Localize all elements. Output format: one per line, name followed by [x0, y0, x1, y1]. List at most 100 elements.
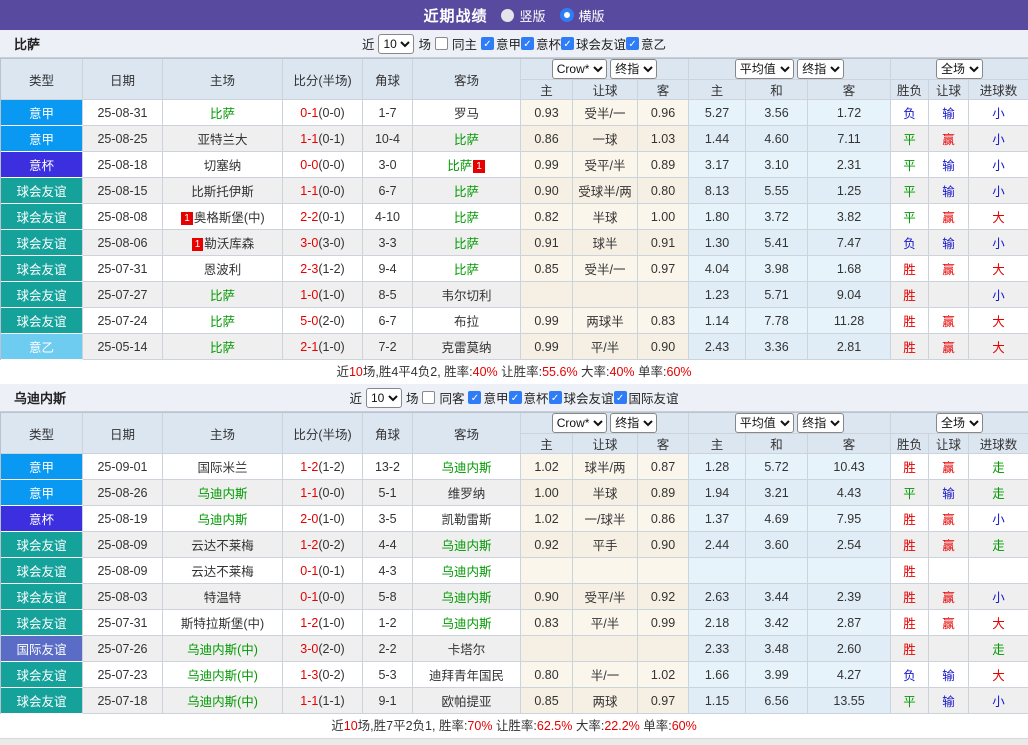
avg-draw: 3.98: [746, 256, 809, 282]
score: 1-1(0-1): [283, 126, 363, 152]
checkbox-checked-icon[interactable]: ✓: [468, 391, 482, 404]
league-filter-国际友谊[interactable]: ✓ 国际友谊: [613, 388, 679, 407]
table-row: 意甲 25-09-01 国际米兰 1-2(1-2) 13-2 乌迪内斯 1.02 球半/两 0.…: [1, 454, 1028, 480]
league-filter-球会友谊[interactable]: ✓ 球会友谊: [561, 34, 626, 53]
result-wdl: 平: [891, 204, 930, 230]
away-team: 比萨: [413, 178, 521, 204]
team-name-text: 奥格斯堡(中): [193, 211, 265, 225]
league-badge: 国际友谊: [1, 636, 83, 662]
scope-select[interactable]: 全场: [936, 59, 984, 79]
odds-away: [638, 558, 690, 584]
score-halftime: (0-0): [318, 589, 345, 604]
odds-home: 0.99: [521, 308, 573, 334]
final-index-select-3[interactable]: 终指: [610, 413, 658, 433]
avg-draw: 3.48: [746, 636, 809, 662]
table-row: 球会友谊 25-08-03 特温特 0-1(0-0) 5-8 乌迪内斯 0.90 受平/半 0.…: [1, 584, 1028, 610]
league-filter-意杯[interactable]: ✓ 意杯: [508, 388, 549, 407]
team-name-text: 卡塔尔: [447, 643, 486, 657]
summary-label: 大率:: [572, 719, 605, 733]
near-count-select[interactable]: 10: [378, 33, 415, 54]
final-index-select-2[interactable]: 终指: [797, 59, 845, 79]
checkbox-checked-icon[interactable]: ✓: [508, 391, 522, 404]
checkbox-checked-icon[interactable]: ✓: [548, 391, 562, 404]
result-handicap: 输: [929, 230, 970, 256]
league-filter-意乙[interactable]: ✓ 意乙: [626, 34, 666, 53]
col-header-corner: 角球: [363, 59, 413, 100]
match-date: 25-07-27: [83, 282, 163, 308]
odds-home: 0.93: [521, 100, 573, 126]
score-fulltime: 2-0: [300, 511, 319, 526]
layout-radio-vertical[interactable]: 竖版: [501, 6, 546, 25]
avg-draw: 3.42: [746, 610, 809, 636]
radio-unselected-icon[interactable]: [501, 8, 515, 22]
odds-handicap: 受半/一: [573, 100, 638, 126]
score-fulltime: 3-0: [300, 235, 319, 250]
league-filter-label: 球会友谊: [563, 392, 614, 406]
average-select[interactable]: 平均值: [734, 59, 794, 79]
radio-selected-icon[interactable]: [559, 8, 574, 22]
away-team: 克雷莫纳: [413, 334, 521, 360]
checkbox-checked-icon[interactable]: ✓: [613, 391, 627, 404]
company-select-2[interactable]: Crow*: [551, 413, 607, 433]
away-team: 乌迪内斯: [413, 454, 521, 480]
result-wdl: 胜: [891, 558, 930, 584]
result-goals: 大: [969, 204, 1028, 230]
team-filter-bar-udinese: 乌迪内斯 近 10 场 同客 ✓ 意甲 ✓ 意杯 ✓ 球会友谊 ✓ 国际友谊: [0, 384, 1028, 412]
league-filter-label: 意甲: [495, 38, 521, 52]
result-wdl: 平: [891, 688, 930, 714]
col-header-date-2: 日期: [83, 413, 163, 454]
layout-radio-horizontal[interactable]: 横版: [559, 6, 605, 25]
odds-handicap: 平手: [573, 532, 638, 558]
avg-away: 7.11: [808, 126, 892, 152]
corner-score: 8-5: [363, 282, 413, 308]
league-filter-意甲[interactable]: ✓ 意甲: [480, 34, 521, 53]
avg-home: 8.13: [689, 178, 747, 204]
league-filter-意杯[interactable]: ✓ 意杯: [521, 34, 561, 53]
result-wdl: 平: [891, 178, 930, 204]
league-filter-球会友谊[interactable]: ✓ 球会友谊: [548, 388, 614, 407]
team-name-text: 比萨: [453, 185, 479, 199]
league-filter-意甲[interactable]: ✓ 意甲: [468, 388, 509, 407]
corner-score: 5-1: [363, 480, 413, 506]
checkbox-checked-icon[interactable]: ✓: [561, 37, 575, 50]
home-team: 恩波利: [163, 256, 283, 282]
avg-home: 4.04: [689, 256, 747, 282]
match-date: 25-08-09: [83, 558, 163, 584]
home-team: 云达不莱梅: [163, 532, 283, 558]
table-row: 意甲 25-08-26 乌迪内斯 1-1(0-0) 5-1 维罗纳 1.00 半球 0.89 1.…: [1, 480, 1028, 506]
final-index-select-4[interactable]: 终指: [797, 413, 845, 433]
scope-select-2[interactable]: 全场: [936, 413, 984, 433]
result-goals: 小: [969, 178, 1028, 204]
score: 2-3(1-2): [283, 256, 363, 282]
checkbox-checked-icon[interactable]: ✓: [626, 37, 640, 50]
avg-home: 2.33: [689, 636, 747, 662]
final-index-select[interactable]: 终指: [610, 59, 658, 79]
matches-table-pisa: 类型 日期 主场 比分(半场) 角球 客场 Crow* 终指 平均值 终指 全场…: [0, 58, 1028, 360]
score-fulltime: 2-2: [300, 209, 319, 224]
match-date: 25-07-31: [83, 256, 163, 282]
company-select[interactable]: Crow*: [551, 59, 607, 79]
league-badge: 意杯: [1, 152, 83, 178]
match-date: 25-08-09: [83, 532, 163, 558]
average-select-2[interactable]: 平均值: [734, 413, 794, 433]
team-name-text: 罗马: [453, 107, 479, 121]
result-goals: 小: [969, 282, 1028, 308]
match-date: 25-08-03: [83, 584, 163, 610]
summary-value: 40%: [472, 365, 498, 379]
score-fulltime: 2-3: [300, 261, 319, 276]
odds-handicap: 两球: [573, 688, 638, 714]
near-count-select-2[interactable]: 10: [365, 387, 402, 408]
avg-away: 9.04: [808, 282, 892, 308]
col-header-type-2: 类型: [1, 413, 83, 454]
home-team: 亚特兰大: [163, 126, 283, 152]
team-name-text: 比萨: [447, 159, 473, 173]
odds-away: 1.00: [638, 204, 690, 230]
result-wdl: 胜: [891, 454, 930, 480]
same-venue-checkbox-2[interactable]: [422, 391, 436, 404]
league-filter-label: 意杯: [536, 38, 562, 52]
score: 3-0(3-0): [283, 230, 363, 256]
checkbox-checked-icon[interactable]: ✓: [521, 37, 534, 50]
avg-draw: [746, 558, 809, 584]
same-venue-checkbox[interactable]: [434, 37, 448, 50]
checkbox-checked-icon[interactable]: ✓: [480, 37, 494, 50]
